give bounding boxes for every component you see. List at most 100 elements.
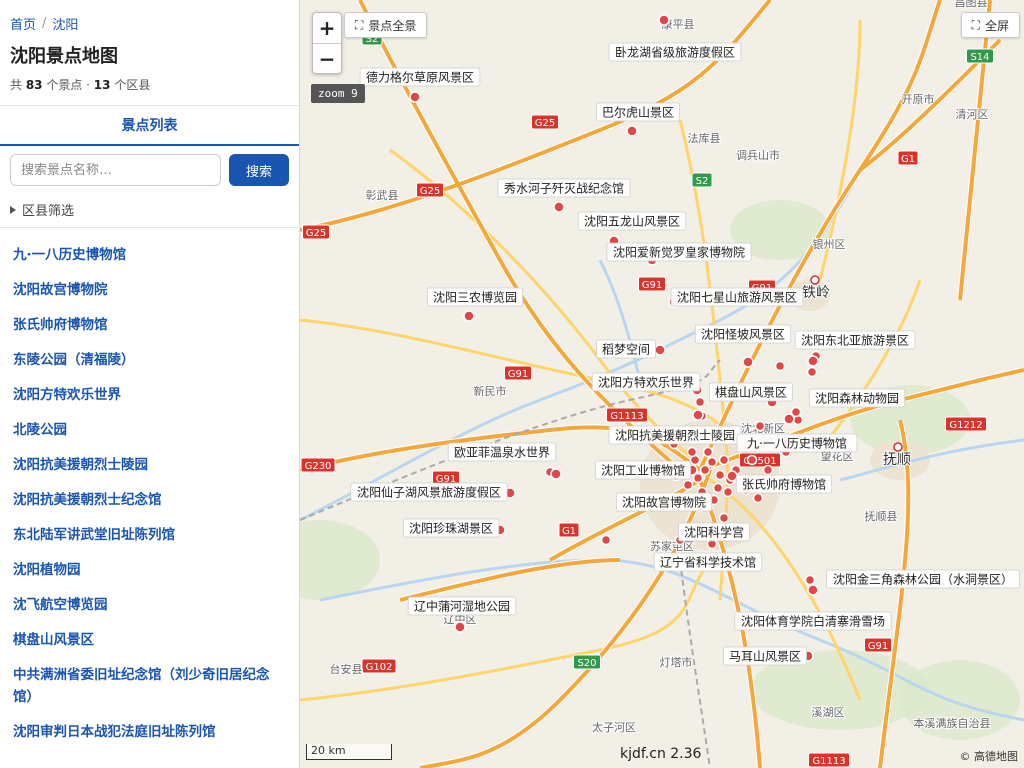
map-view[interactable]: S2G25G25G25S2G91G91G91G1113G1212G230G91G…: [300, 0, 1024, 768]
spot-label[interactable]: 棋盘山风景区: [708, 382, 793, 402]
spot-label[interactable]: 沈阳故宫博物院: [615, 492, 713, 512]
spot-label[interactable]: 沈阳金三角森林公园（水洞景区）: [826, 569, 1020, 589]
spot-marker[interactable]: [712, 482, 724, 494]
spot-marker[interactable]: [694, 396, 706, 408]
spot-label[interactable]: 沈阳方特欢乐世界: [591, 372, 701, 392]
road-shield: S20: [573, 654, 601, 670]
road-shield-label: G102: [366, 662, 393, 673]
spot-label[interactable]: 辽中蒲河湿地公园: [407, 596, 517, 616]
spot-marker[interactable]: [714, 469, 726, 481]
spot-marker[interactable]: [762, 464, 774, 476]
spot-label[interactable]: 沈阳珍珠湖景区: [402, 518, 500, 538]
spot-marker[interactable]: [702, 446, 714, 458]
list-item[interactable]: 棋盘山风景区: [0, 623, 299, 658]
list-item[interactable]: 中共满洲省委旧址纪念馆（刘少奇旧居纪念馆）: [0, 658, 299, 715]
stats-prefix: 共: [10, 78, 26, 92]
spot-marker[interactable]: [706, 456, 718, 468]
zoom-in-button[interactable]: +: [313, 13, 341, 43]
spot-marker[interactable]: [654, 344, 666, 356]
spot-marker[interactable]: [682, 479, 694, 491]
spot-marker[interactable]: [742, 356, 754, 368]
spot-marker[interactable]: [718, 454, 730, 466]
spot-label-text: 沈阳金三角森林公园（水洞景区）: [833, 572, 1013, 587]
spot-label[interactable]: 辽宁省科学技术馆: [653, 552, 763, 572]
road-shield: G25: [531, 114, 559, 130]
district-filter-toggle[interactable]: 区县筛选: [0, 190, 299, 228]
spot-label[interactable]: 沈阳仙子湖风景旅游度假区: [350, 482, 508, 502]
list-item[interactable]: 沈阳故宫博物院: [0, 273, 299, 308]
place-label: 本溪满族自治县: [914, 716, 991, 730]
spot-marker[interactable]: [807, 584, 819, 596]
spot-marker[interactable]: [783, 413, 795, 425]
spot-marker[interactable]: [722, 486, 734, 498]
spot-label[interactable]: 沈阳体育学院白清寨滑雪场: [734, 611, 892, 631]
spot-marker[interactable]: [807, 355, 819, 367]
list-item[interactable]: 东北陆军讲武堂旧址陈列馆: [0, 518, 299, 553]
spot-label[interactable]: 张氏帅府博物馆: [735, 474, 833, 494]
road-shield-label: G230: [305, 461, 332, 472]
spot-label-text: 辽宁省科学技术馆: [660, 555, 756, 570]
spot-label[interactable]: 沈阳爱新觉罗皇家博物院: [606, 242, 752, 262]
spot-label[interactable]: 沈阳科学宫: [678, 522, 750, 542]
list-item[interactable]: 九·一八历史博物馆: [0, 238, 299, 273]
spot-marker[interactable]: [699, 464, 711, 476]
spot-marker[interactable]: [463, 310, 475, 322]
spot-marker[interactable]: [626, 125, 638, 137]
spot-marker[interactable]: [409, 91, 421, 103]
spot-label[interactable]: 卧龙湖省级旅游度假区: [608, 42, 742, 62]
spot-label[interactable]: 马耳山风景区: [722, 646, 807, 666]
spot-marker[interactable]: [692, 409, 704, 421]
spot-marker[interactable]: [726, 470, 738, 482]
spot-label[interactable]: 巴尔虎山景区: [595, 102, 680, 122]
spot-marker[interactable]: [600, 534, 612, 546]
spot-label[interactable]: 稻梦空间: [596, 339, 656, 359]
search-button[interactable]: 搜索: [229, 154, 289, 186]
zoom-out-button[interactable]: −: [313, 43, 341, 73]
spot-marker[interactable]: [550, 468, 562, 480]
place-label: 铁岭: [802, 285, 830, 301]
list-item[interactable]: 张氏帅府博物馆: [0, 308, 299, 343]
map-canvas[interactable]: S2G25G25G25S2G91G91G91G1113G1212G230G91G…: [300, 0, 1024, 768]
search-input[interactable]: [10, 154, 221, 186]
list-item[interactable]: 沈阳植物园: [0, 553, 299, 588]
road-shield: G230: [300, 457, 336, 473]
spot-marker[interactable]: [754, 420, 766, 432]
list-item[interactable]: 沈阳审判日本战犯法庭旧址陈列馆: [0, 715, 299, 750]
list-item[interactable]: 沈阳抗美援朝烈士陵园: [0, 448, 299, 483]
spot-label[interactable]: 沈阳三农博览园: [426, 287, 524, 307]
spot-marker[interactable]: [804, 574, 816, 586]
spot-label[interactable]: 沈阳抗美援朝烈士陵园: [608, 425, 742, 445]
list-item[interactable]: 沈阳方特欢乐世界: [0, 378, 299, 413]
spot-marker[interactable]: [454, 621, 466, 633]
spot-label[interactable]: 沈阳森林动物园: [808, 388, 906, 408]
fit-all-button[interactable]: ⛶ 景点全景: [344, 12, 428, 38]
spot-label[interactable]: 沈阳七星山旅游风景区: [670, 287, 804, 307]
spot-label[interactable]: 德力格尔草原风景区: [359, 67, 481, 87]
spot-marker[interactable]: [658, 14, 670, 26]
list-item[interactable]: 东陵公园（清福陵）: [0, 343, 299, 378]
breadcrumb-current[interactable]: 沈阳: [52, 14, 78, 33]
spot-marker[interactable]: [746, 454, 758, 466]
spot-label[interactable]: 秀水河子歼灭战纪念馆: [497, 178, 631, 198]
spot-label[interactable]: 欧亚菲温泉水世界: [447, 442, 557, 462]
road-shield: G25: [302, 224, 330, 240]
tab-spot-list[interactable]: 景点列表: [0, 106, 299, 146]
spot-marker[interactable]: [686, 446, 698, 458]
spot-marker[interactable]: [806, 366, 818, 378]
list-item[interactable]: 沈阳抗美援朝烈士纪念馆: [0, 483, 299, 518]
spot-label[interactable]: 九·一八历史博物馆: [736, 433, 858, 453]
spot-marker[interactable]: [718, 512, 730, 524]
spot-marker[interactable]: [553, 201, 565, 213]
spot-marker[interactable]: [774, 360, 786, 372]
spot-label[interactable]: 沈阳东北亚旅游景区: [794, 330, 916, 350]
breadcrumb-home[interactable]: 首页: [10, 14, 36, 33]
spot-label[interactable]: 沈阳工业博物馆: [594, 460, 692, 480]
spot-label[interactable]: 沈阳五龙山风景区: [577, 211, 687, 231]
fullscreen-button[interactable]: ⛶ 全屏: [960, 12, 1020, 38]
spot-label[interactable]: 沈阳怪坡风景区: [694, 324, 792, 344]
spot-marker[interactable]: [752, 492, 764, 504]
list-item[interactable]: 北陵公园: [0, 413, 299, 448]
list-item[interactable]: 沈飞航空博览园: [0, 588, 299, 623]
road-shield-label: G91: [508, 369, 528, 380]
place-label: 抚顺县: [865, 509, 898, 523]
